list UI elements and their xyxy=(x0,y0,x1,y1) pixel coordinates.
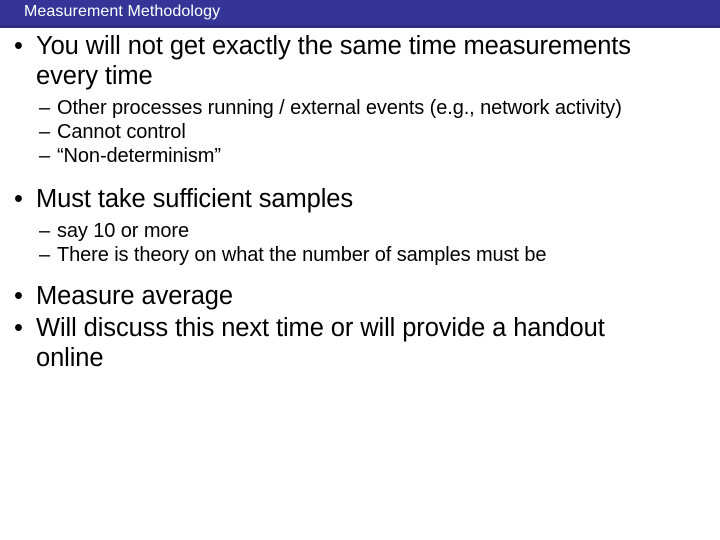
bullet-text: Other processes running / external event… xyxy=(57,97,622,119)
dash-marker-icon: – xyxy=(39,244,51,266)
slide-title: Measurement Methodology xyxy=(24,3,221,20)
bullet-text: Must take sufficient samples xyxy=(36,185,354,213)
bullet-text: Will discuss this next time or will prov… xyxy=(36,314,605,372)
bullet-item-level1: • Must take sufficient samples xyxy=(0,184,720,214)
bullet-item-level1: • Will discuss this next time or will pr… xyxy=(0,313,720,373)
dash-marker-icon: – xyxy=(39,220,51,242)
bullet-item-level2: – say 10 or more xyxy=(0,219,720,243)
bullet-item-level1: • You will not get exactly the same time… xyxy=(0,31,720,91)
bullet-item-level2: – Other processes running / external eve… xyxy=(0,96,720,120)
dash-marker-icon: – xyxy=(39,121,51,143)
bullet-text: Cannot control xyxy=(57,121,186,143)
bullet-marker-icon: • xyxy=(14,314,23,342)
bullet-text: Measure average xyxy=(36,282,233,310)
bullet-marker-icon: • xyxy=(14,282,23,310)
bullet-item-level2: – “Non-determinism” xyxy=(0,144,720,168)
dash-marker-icon: – xyxy=(39,97,51,119)
bullet-text: You will not get exactly the same time m… xyxy=(36,32,631,90)
slide-title-bar: Measurement Methodology xyxy=(0,0,720,28)
bullet-item-level1: • Measure average xyxy=(0,281,720,311)
bullet-text: There is theory on what the number of sa… xyxy=(57,244,547,266)
dash-marker-icon: – xyxy=(39,145,51,167)
slide: Measurement Methodology • You will not g… xyxy=(0,0,720,540)
bullet-item-level2: – There is theory on what the number of … xyxy=(0,243,720,267)
bullet-text: say 10 or more xyxy=(57,220,189,242)
bullet-item-level2: – Cannot control xyxy=(0,120,720,144)
bullet-marker-icon: • xyxy=(14,32,23,60)
bullet-text: “Non-determinism” xyxy=(57,145,221,167)
bullet-marker-icon: • xyxy=(14,185,23,213)
slide-body: • You will not get exactly the same time… xyxy=(0,31,720,375)
